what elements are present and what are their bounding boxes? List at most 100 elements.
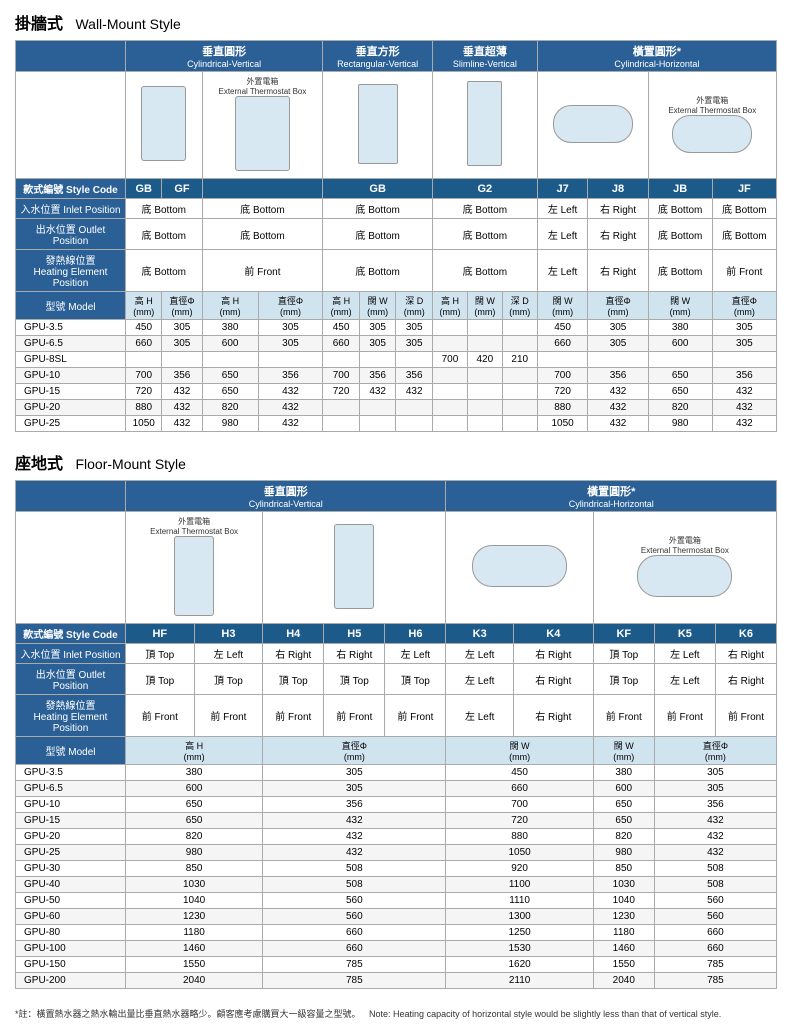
val: [537, 352, 588, 368]
empty-header-floor: [16, 481, 126, 512]
model-name: GPU-25: [16, 416, 126, 432]
outlet-h4: 頂 Top: [263, 664, 324, 695]
model-name: GPU-25: [16, 845, 126, 861]
table-row: GPU-20 880432 820432 880432 820432: [16, 400, 777, 416]
heating-jb: 底 Bottom: [648, 250, 712, 292]
val: 432: [263, 813, 446, 829]
val: 650: [593, 797, 654, 813]
val: 660: [654, 941, 776, 957]
val: 1030: [126, 877, 263, 893]
val: 880: [126, 400, 162, 416]
val: 1050: [126, 416, 162, 432]
val: 305: [263, 765, 446, 781]
val: 1230: [126, 909, 263, 925]
table-row: GPU-30 850 508 920 850 508: [16, 861, 777, 877]
val: 700: [126, 368, 162, 384]
val: [648, 352, 712, 368]
code-gb2: GB: [323, 179, 433, 199]
outlet-k5: 左 Left: [654, 664, 715, 695]
val: 785: [654, 957, 776, 973]
val: 305: [588, 336, 648, 352]
inlet-h4: 右 Right: [263, 644, 324, 664]
floor-ch-img1: [446, 512, 593, 624]
heating-j7: 左 Left: [537, 250, 588, 292]
val: 432: [258, 416, 323, 432]
val: 432: [162, 416, 202, 432]
val: 432: [712, 416, 776, 432]
val: 600: [593, 781, 654, 797]
wall-mount-section: 掛牆式 Wall-Mount Style 垂直圓形 Cylindrical-Ve…: [15, 10, 777, 432]
val: 880: [537, 400, 588, 416]
outlet-sl: 底 Bottom: [433, 219, 538, 250]
val: 450: [537, 320, 588, 336]
val: 1550: [126, 957, 263, 973]
heat-h6: 前 Front: [385, 695, 446, 737]
val: 450: [126, 320, 162, 336]
val: 2040: [593, 973, 654, 989]
model-name: GPU-30: [16, 861, 126, 877]
val: 785: [654, 973, 776, 989]
val: [467, 368, 502, 384]
rv-img: [323, 72, 433, 179]
cv-header-floor: 垂直圓形 Cylindrical-Vertical: [126, 481, 446, 512]
outlet-j7: 左 Left: [537, 219, 588, 250]
val: 720: [446, 813, 593, 829]
dim-floor-h: 高 H(mm): [126, 737, 263, 765]
val: 1250: [446, 925, 593, 941]
table-row: GPU-60 1230 560 1300 1230 560: [16, 909, 777, 925]
outlet-jb: 底 Bottom: [648, 219, 712, 250]
ch-img-j: [537, 72, 648, 179]
heating-jf: 前 Front: [712, 250, 776, 292]
val: 305: [654, 765, 776, 781]
val: 980: [648, 416, 712, 432]
model-name: GPU-40: [16, 877, 126, 893]
val: 1460: [126, 941, 263, 957]
heat-k6: 前 Front: [715, 695, 776, 737]
floor-mount-title-zh: 座地式: [15, 456, 63, 473]
outlet-rv: 底 Bottom: [323, 219, 433, 250]
val: 305: [162, 336, 202, 352]
dim-floor-kf-d: 直徑Φ(mm): [654, 737, 776, 765]
heating-rv: 底 Bottom: [323, 250, 433, 292]
inlet-h3: 左 Left: [194, 644, 263, 664]
dim-jb-w: 闊 W(mm): [648, 292, 712, 320]
val: 432: [359, 384, 396, 400]
inlet-label-wall: 入水位置 Inlet Position: [16, 199, 126, 219]
table-row: GPU-20 820 432 880 820 432: [16, 829, 777, 845]
outlet-hf: 頂 Top: [126, 664, 195, 695]
val: [433, 368, 468, 384]
val: 508: [263, 861, 446, 877]
heating-label-wall: 發熱線位置Heating Element Position: [16, 250, 126, 292]
val: 356: [162, 368, 202, 384]
inlet-k5: 左 Left: [654, 644, 715, 664]
table-row: GPU-50 1040 560 1110 1040 560: [16, 893, 777, 909]
table-row: GPU-150 1550 785 1620 1550 785: [16, 957, 777, 973]
code-k6: K6: [715, 624, 776, 644]
outlet-jf: 底 Bottom: [712, 219, 776, 250]
model-name: GPU-15: [16, 813, 126, 829]
val: 600: [126, 781, 263, 797]
val: 380: [126, 765, 263, 781]
dim-j8-d: 直徑Φ(mm): [588, 292, 648, 320]
model-name: GPU-150: [16, 957, 126, 973]
table-row: GPU-15 650 432 720 650 432: [16, 813, 777, 829]
val: 380: [593, 765, 654, 781]
val: 980: [202, 416, 258, 432]
code-kf: KF: [593, 624, 654, 644]
table-row: GPU-8SL 700420210: [16, 352, 777, 368]
val: 820: [593, 829, 654, 845]
val: 2040: [126, 973, 263, 989]
model-name: GPU-6.5: [16, 336, 126, 352]
val: [433, 336, 468, 352]
val: 1530: [446, 941, 593, 957]
val: 305: [359, 320, 396, 336]
heat-k4: 右 Right: [513, 695, 593, 737]
code-h5: H5: [324, 624, 385, 644]
code-jb: JB: [648, 179, 712, 199]
floor-mount-section: 座地式 Floor-Mount Style 垂直圓形 Cylindrical-V…: [15, 450, 777, 989]
ch-img-ext: 外置電箱External Thermostat Box: [648, 72, 776, 179]
val: 720: [126, 384, 162, 400]
val: 305: [396, 320, 433, 336]
val: 1050: [446, 845, 593, 861]
val: 305: [162, 320, 202, 336]
